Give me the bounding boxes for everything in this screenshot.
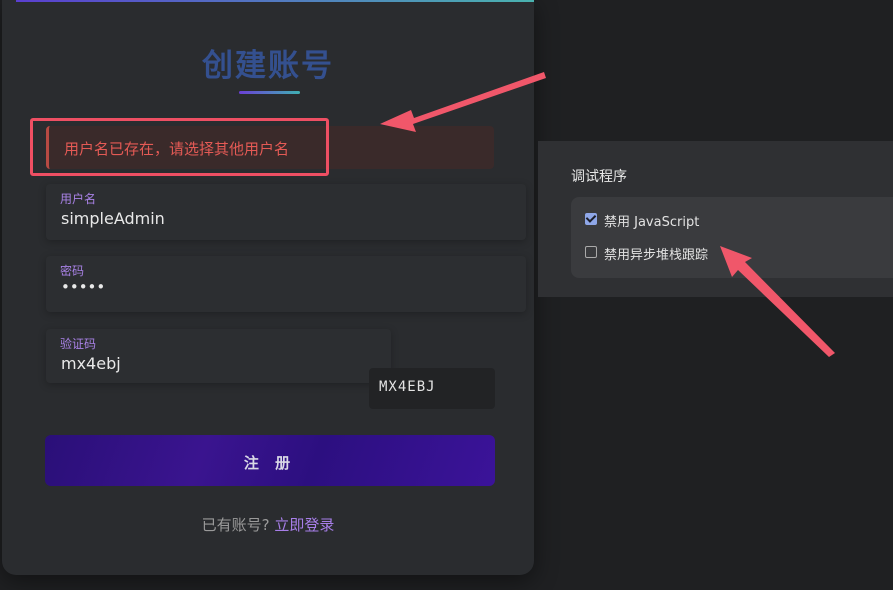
login-prompt-line: 已有账号? 立即登录: [2, 514, 534, 535]
register-card: 创建账号 用户名已存在，请选择其他用户名 用户名 simpleAdmin 密码 …: [2, 0, 534, 575]
password-input[interactable]: •••••: [61, 278, 105, 296]
debugger-panel: 调试程序 禁用 JavaScript 禁用异步堆栈跟踪: [538, 141, 893, 297]
captcha-image[interactable]: MX4EBJ: [369, 368, 495, 409]
checkbox-unchecked-icon[interactable]: [585, 246, 597, 258]
page-title: 创建账号: [202, 48, 334, 84]
option-label: 禁用异步堆栈跟踪: [604, 248, 709, 263]
login-prompt: 已有账号?: [201, 516, 270, 534]
login-link[interactable]: 立即登录: [274, 516, 334, 534]
register-button[interactable]: 注 册: [45, 435, 495, 486]
password-field[interactable]: 密码 •••••: [46, 256, 526, 312]
captcha-field[interactable]: 验证码 mx4ebj: [46, 329, 391, 383]
debugger-title: 调试程序: [571, 169, 627, 185]
title-underline: [239, 91, 300, 94]
option-label: 禁用 JavaScript: [604, 215, 700, 230]
captcha-input[interactable]: mx4ebj: [61, 354, 121, 373]
username-label: 用户名: [60, 192, 97, 206]
checkbox-checked-icon[interactable]: [585, 213, 597, 225]
card-accent-line: [16, 0, 534, 2]
annotation-highlight-box: [30, 118, 329, 176]
debugger-options: 禁用 JavaScript 禁用异步堆栈跟踪: [571, 197, 893, 278]
screen: 创建账号 用户名已存在，请选择其他用户名 用户名 simpleAdmin 密码 …: [0, 0, 893, 590]
password-label: 密码: [60, 264, 85, 278]
captcha-label: 验证码: [60, 337, 97, 351]
username-input[interactable]: simpleAdmin: [61, 209, 165, 228]
register-button-label: 注 册: [243, 455, 297, 472]
captcha-image-text: MX4EBJ: [379, 379, 436, 395]
username-field[interactable]: 用户名 simpleAdmin: [46, 184, 526, 240]
